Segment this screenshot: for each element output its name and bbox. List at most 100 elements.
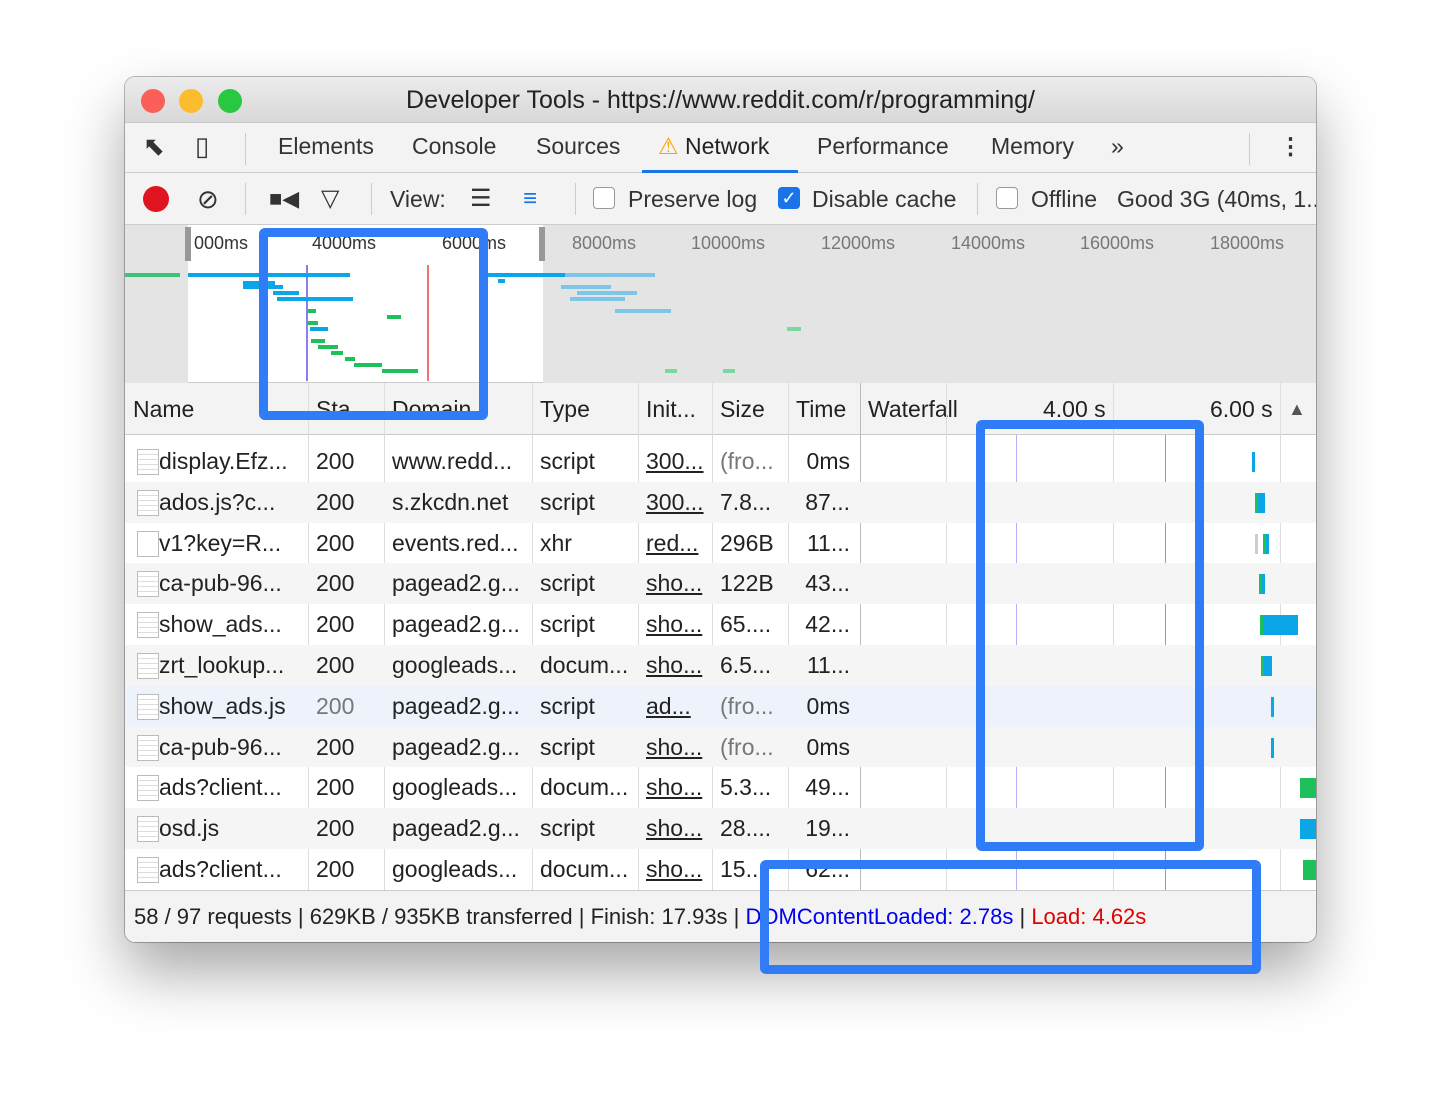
tab-elements[interactable]: Elements <box>278 123 374 173</box>
highlight-status <box>760 860 1261 974</box>
waterfall-bar <box>1263 615 1298 636</box>
cell-initiator[interactable]: 300... <box>638 482 712 523</box>
more-tabs-icon[interactable]: » <box>1111 123 1124 173</box>
cell-initiator[interactable]: red... <box>638 523 712 564</box>
waterfall-bar <box>1264 655 1272 676</box>
overview-bar <box>665 369 677 373</box>
overview-bar <box>561 285 611 289</box>
cell-size: 296B <box>720 529 774 556</box>
cell-name: show_ads.js <box>159 692 286 719</box>
inspect-element-icon[interactable]: ⬉ <box>143 123 165 173</box>
cell-domain: googleads... <box>392 855 518 882</box>
record-button[interactable] <box>143 186 169 212</box>
cell-time: 43... <box>805 570 850 597</box>
cell-time: 11... <box>806 529 850 556</box>
disable-cache-checkbox[interactable]: ✓ <box>778 187 800 209</box>
cell-time: 0ms <box>806 733 850 760</box>
column-header-type[interactable]: Type <box>532 383 638 435</box>
cell-name: v1?key=R... <box>159 529 282 556</box>
cell-type: docum... <box>540 774 629 801</box>
cell-size: 65.... <box>720 611 772 638</box>
filter-icon[interactable]: ▽ <box>321 173 339 225</box>
overview-bar <box>787 327 801 331</box>
column-header-size[interactable]: Size <box>712 383 788 435</box>
cell-domain: pagead2.g... <box>392 733 520 760</box>
cell-type: script <box>540 815 595 842</box>
status-summary: 58 / 97 requests | 629KB / 935KB transfe… <box>134 904 728 929</box>
cell-domain: pagead2.g... <box>392 611 520 638</box>
cell-domain: googleads... <box>392 774 518 801</box>
tab-performance[interactable]: Performance <box>817 123 949 173</box>
cell-time: 49... <box>805 774 850 801</box>
overview-tick: 12000ms <box>821 233 896 253</box>
cell-size: (fro... <box>720 733 774 760</box>
cell-name: ca-pub-96... <box>159 733 282 760</box>
overview-tick: 14000ms <box>951 233 1026 253</box>
throttling-select[interactable]: Good 3G (40ms, 1... <box>1117 173 1316 225</box>
cell-time: 0ms <box>806 692 850 719</box>
overview-bar <box>498 279 505 283</box>
cell-initiator[interactable]: sho... <box>638 727 712 768</box>
cell-status: 200 <box>316 855 355 882</box>
network-toolbar: ⊘ ■◀ ▽ View: ☰ ≡ Preserve log ✓ Disable … <box>125 173 1316 225</box>
waterfall-bar <box>1271 737 1274 758</box>
cell-domain: events.red... <box>392 529 519 556</box>
cell-name: display.Efz... <box>159 448 288 474</box>
waterfall-bar <box>1255 533 1258 554</box>
tab-console[interactable]: Console <box>412 123 496 173</box>
overview-right-handle[interactable] <box>539 227 545 261</box>
cell-time: 42... <box>805 611 850 638</box>
waterfall-bar <box>1258 492 1265 513</box>
cell-initiator[interactable]: sho... <box>638 563 712 604</box>
column-header-time[interactable]: Time <box>788 383 860 435</box>
cell-name: ados.js?c... <box>159 488 276 515</box>
clear-icon[interactable]: ⊘ <box>197 173 219 225</box>
overview-tick: 000ms <box>194 233 249 253</box>
screenshot-camera-icon[interactable]: ■◀ <box>269 173 299 225</box>
waterfall-view-icon[interactable]: ≡ <box>523 173 537 225</box>
preserve-log-checkbox[interactable] <box>593 187 615 209</box>
offline-checkbox[interactable] <box>996 187 1018 209</box>
waterfall-tick: 6.00 s <box>1210 396 1273 422</box>
column-header-initiator[interactable]: Init... <box>638 383 712 435</box>
offline-label: Offline <box>1031 186 1098 212</box>
cell-time: 11... <box>806 651 850 678</box>
cell-initiator[interactable]: sho... <box>638 604 712 645</box>
cell-size: 28.... <box>720 815 772 842</box>
sort-ascending-icon[interactable]: ▲ <box>1280 383 1306 435</box>
device-toolbar-icon[interactable]: ▯ <box>195 123 209 173</box>
overview-tick: 16000ms <box>1080 233 1155 253</box>
overview-unselected-right <box>543 225 1316 383</box>
tab-sources[interactable]: Sources <box>536 123 620 173</box>
cell-initiator[interactable]: sho... <box>638 767 712 808</box>
cell-time: 87... <box>805 488 850 515</box>
cell-initiator[interactable]: ad... <box>638 686 712 727</box>
cell-domain: pagead2.g... <box>392 815 520 842</box>
cell-name: ads?client... <box>159 774 282 801</box>
maximize-window-button[interactable] <box>218 89 242 113</box>
tab-memory[interactable]: Memory <box>991 123 1074 173</box>
view-label: View: <box>390 186 446 212</box>
preserve-log-label: Preserve log <box>628 186 758 212</box>
overview-bar <box>565 273 655 277</box>
cell-type: script <box>540 448 595 474</box>
cell-time: 19... <box>805 815 850 842</box>
close-window-button[interactable] <box>141 89 165 113</box>
overview-left-handle[interactable] <box>185 227 191 261</box>
cell-initiator[interactable]: sho... <box>638 849 712 890</box>
cell-type: docum... <box>540 651 629 678</box>
cell-initiator[interactable]: 300... <box>638 441 712 482</box>
waterfall-bar <box>1252 452 1255 472</box>
panel-tabs: ⬉ ▯ Elements Console Sources ⚠ Network P… <box>125 123 1316 173</box>
minimize-window-button[interactable] <box>179 89 203 113</box>
cell-status: 200 <box>316 774 355 801</box>
cell-initiator[interactable]: sho... <box>638 808 712 849</box>
cell-size: (fro... <box>720 692 774 719</box>
more-options-icon[interactable]: ⋮ <box>1279 123 1302 173</box>
cell-name: zrt_lookup... <box>159 651 285 678</box>
cell-initiator[interactable]: sho... <box>638 645 712 686</box>
waterfall-bar <box>1300 819 1316 840</box>
cell-status: 200 <box>316 448 355 474</box>
tab-network[interactable]: ⚠ Network <box>642 123 798 173</box>
large-rows-icon[interactable]: ☰ <box>470 173 492 225</box>
